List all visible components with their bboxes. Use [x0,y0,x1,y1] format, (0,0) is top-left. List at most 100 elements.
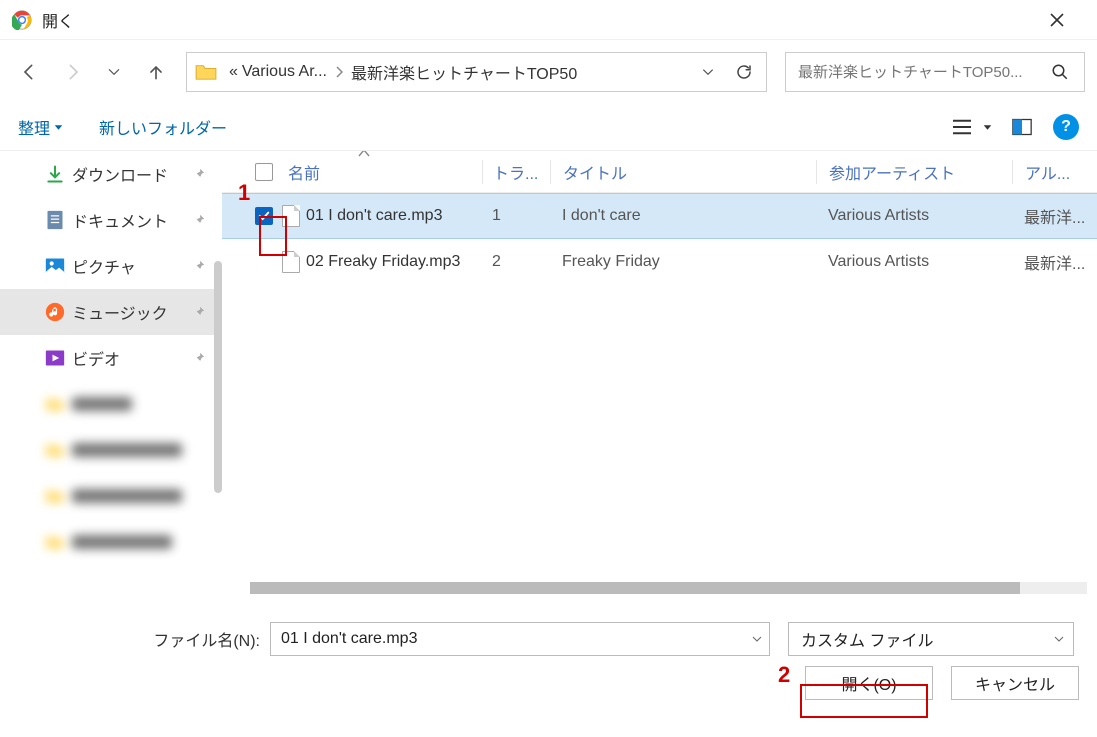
filetype-value: カスタム ファイル [801,627,1053,651]
cancel-button[interactable]: キャンセル [951,666,1079,700]
sidebar-item-hidden[interactable] [0,427,222,473]
column-label: 名前 [288,160,320,184]
sidebar-item-documents[interactable]: ドキュメント [0,197,222,243]
pin-icon [192,305,206,319]
sidebar-item-hidden[interactable] [0,381,222,427]
file-list-pane: 名前 トラ... タイトル 参加アーティスト アル... 01 I don't … [222,151,1097,606]
search-input[interactable] [798,64,1042,81]
column-label: 参加アーティスト [829,166,955,183]
breadcrumb-prefix: « [227,63,240,81]
folder-icon [44,531,66,553]
artist-cell: Various Artists [816,253,1012,271]
close-button[interactable] [1049,12,1089,28]
folder-icon [195,63,217,81]
address-dropdown[interactable] [690,54,726,90]
column-header-artist[interactable]: 参加アーティスト [816,160,1012,184]
sidebar-item-label: ドキュメント [72,208,168,232]
nav-row: « Various Ar... 最新洋楽ヒットチャートTOP50 [0,40,1097,104]
sidebar-item-pictures[interactable]: ピクチャ [0,243,222,289]
organize-menu[interactable]: 整理 [18,115,63,139]
toolbar-row: 整理 新しいフォルダー ? [0,104,1097,150]
sidebar-item-label: ピクチャ [72,254,136,278]
title-cell: I don't care [550,207,816,225]
sidebar-item-label [72,397,132,411]
forward-button[interactable] [54,54,90,90]
column-header-album[interactable]: アル... [1012,160,1097,184]
pin-icon [192,259,206,273]
file-row[interactable]: 01 I don't care.mp3 1 I don't care Vario… [222,193,1097,239]
sidebar: ダウンロード ドキュメント ピクチャ [0,151,222,606]
sidebar-item-label [72,489,182,503]
column-label: タイトル [563,166,627,183]
sidebar-item-hidden[interactable] [0,519,222,565]
view-mode-button[interactable] [945,110,979,144]
folder-icon [44,393,66,415]
sidebar-scrollbar[interactable] [214,261,222,493]
file-name-cell: 02 Freaky Friday.mp3 [282,251,482,273]
filetype-select[interactable]: カスタム ファイル [788,622,1074,656]
sidebar-item-music[interactable]: ミュージック [0,289,222,335]
column-header-checkbox[interactable] [246,163,282,181]
refresh-button[interactable] [726,54,762,90]
open-label: 開く(O) [841,671,896,695]
chevron-down-icon[interactable] [751,633,763,645]
cancel-label: キャンセル [975,671,1055,695]
sidebar-item-label: ダウンロード [72,162,168,186]
horizontal-scrollbar[interactable] [250,582,1087,594]
title-bar: 開く [0,0,1097,40]
column-header-track[interactable]: トラ... [482,160,550,184]
checkbox-checked-icon [255,207,273,225]
view-mode-dropdown[interactable] [979,110,995,144]
track-cell: 2 [482,253,550,271]
breadcrumb-parent[interactable]: Various Ar... [240,63,329,81]
pin-icon [192,213,206,227]
sidebar-item-downloads[interactable]: ダウンロード [0,151,222,197]
up-button[interactable] [138,54,174,90]
row-checkbox[interactable] [246,207,282,225]
column-label: アル... [1025,166,1070,183]
album-cell: 最新洋... [1012,204,1097,228]
search-box[interactable] [785,52,1085,92]
help-button[interactable]: ? [1053,114,1079,140]
column-header-title[interactable]: タイトル [550,160,816,184]
column-header-row: 名前 トラ... タイトル 参加アーティスト アル... [222,151,1097,193]
sidebar-item-label: ビデオ [72,346,120,370]
filename-value: 01 I don't care.mp3 [281,630,751,648]
open-button[interactable]: 開く(O) [805,666,933,700]
pin-icon [192,167,206,181]
music-icon [44,301,66,323]
artist-cell: Various Artists [816,207,1012,225]
sidebar-item-label: ミュージック [72,300,168,324]
sort-asc-icon [358,151,370,157]
checkbox-icon [255,163,273,181]
back-button[interactable] [12,54,48,90]
column-label: トラ... [493,166,538,183]
sidebar-item-videos[interactable]: ビデオ [0,335,222,381]
title-cell: Freaky Friday [550,253,816,271]
breadcrumb-current[interactable]: 最新洋楽ヒットチャートTOP50 [349,60,579,84]
folder-icon [44,485,66,507]
footer: ファイル名(N): 01 I don't care.mp3 カスタム ファイル … [0,606,1097,712]
folder-icon [44,439,66,461]
organize-label: 整理 [18,115,50,139]
filename-row: ファイル名(N): 01 I don't care.mp3 カスタム ファイル [0,622,1081,656]
search-icon[interactable] [1042,54,1078,90]
download-icon [44,163,66,185]
preview-pane-button[interactable] [1005,110,1039,144]
recent-dropdown[interactable] [96,54,132,90]
window-title: 開く [42,8,1049,32]
sidebar-item-label [72,443,182,457]
main-area: ダウンロード ドキュメント ピクチャ [0,150,1097,606]
file-row[interactable]: 02 Freaky Friday.mp3 2 Freaky Friday Var… [222,239,1097,285]
filename-input[interactable]: 01 I don't care.mp3 [270,622,770,656]
column-header-name[interactable]: 名前 [282,160,482,184]
sidebar-item-label [72,535,172,549]
filename-label: ファイル名(N): [0,627,270,651]
scrollbar-thumb[interactable] [250,582,1020,594]
address-bar[interactable]: « Various Ar... 最新洋楽ヒットチャートTOP50 [186,52,767,92]
pictures-icon [44,255,66,277]
file-name-cell: 01 I don't care.mp3 [282,205,482,227]
document-icon [44,209,66,231]
sidebar-item-hidden[interactable] [0,473,222,519]
new-folder-button[interactable]: 新しいフォルダー [99,115,227,139]
